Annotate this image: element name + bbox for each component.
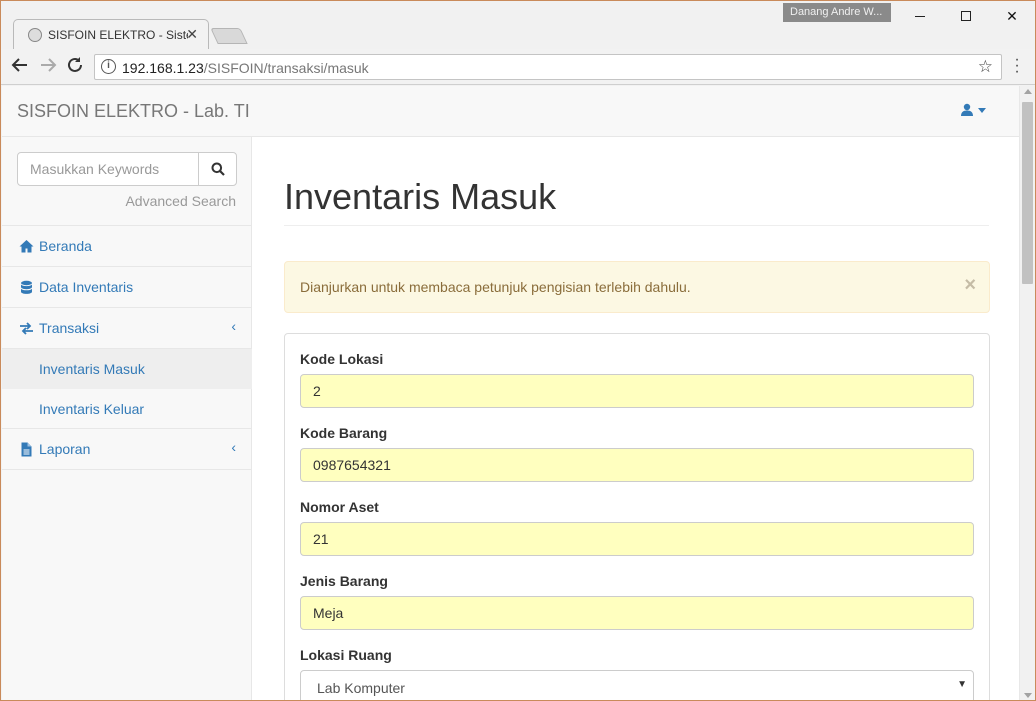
exchange-icon	[20, 322, 33, 335]
chevron-left-icon: ‹	[231, 318, 236, 334]
close-window-button[interactable]: ✕	[989, 1, 1035, 31]
maximize-icon	[961, 11, 971, 21]
caret-down-icon	[978, 107, 986, 113]
sidebar-item-label: Laporan	[39, 441, 91, 457]
advanced-search-link[interactable]: Advanced Search	[125, 193, 236, 209]
field-label-nomor-aset: Nomor Aset	[300, 499, 379, 515]
field-label-kode-barang: Kode Barang	[300, 425, 388, 441]
reload-icon	[68, 57, 82, 72]
sidebar-item-label: Transaksi	[39, 320, 100, 336]
profile-badge[interactable]: Danang Andre W...	[783, 3, 891, 22]
sidebar-item-label: Beranda	[39, 238, 92, 254]
sidebar-menu: Beranda Data Inventaris Transaksi ‹ Inve…	[2, 225, 252, 470]
tab-close-icon[interactable]: ✕	[186, 26, 198, 43]
lokasi-ruang-select[interactable]: Lab Komputer ▼	[300, 670, 974, 700]
form-panel: Kode Lokasi Kode Barang Nomor Aset Jenis…	[284, 333, 990, 700]
warning-alert: Dianjurkan untuk membaca petunjuk pengis…	[284, 261, 990, 313]
user-icon	[961, 103, 973, 116]
field-label-lokasi-ruang: Lokasi Ruang	[300, 647, 392, 663]
back-button[interactable]	[9, 56, 31, 78]
alert-message: Dianjurkan untuk membaca petunjuk pengis…	[300, 279, 691, 295]
new-tab-button[interactable]	[210, 28, 248, 44]
database-icon	[21, 280, 32, 294]
sidebar-item-label: Inventaris Keluar	[39, 401, 145, 417]
bookmark-star-icon[interactable]: ☆	[978, 57, 993, 77]
minimize-button[interactable]	[897, 1, 943, 31]
url-path: /SISFOIN/transaksi/masuk	[203, 60, 369, 76]
kode-lokasi-field[interactable]	[300, 374, 974, 408]
search-input[interactable]	[17, 152, 199, 186]
select-value: Lab Komputer	[317, 680, 405, 696]
sidebar-item-beranda[interactable]: Beranda	[2, 226, 252, 267]
search-icon	[211, 162, 225, 176]
scroll-up-icon[interactable]	[1024, 89, 1032, 94]
sidebar-item-label: Inventaris Masuk	[39, 361, 145, 377]
url-text: 192.168.1.23/SISFOIN/transaksi/masuk	[122, 60, 369, 76]
page-header: Inventaris Masuk	[284, 177, 989, 226]
title-bar: SISFOIN ELEKTRO - Sistem ✕ Danang Andre …	[1, 1, 1035, 50]
brand[interactable]: SISFOIN ELEKTRO - Lab. TI	[17, 101, 250, 122]
sidebar-item-laporan[interactable]: Laporan ‹	[2, 429, 252, 470]
jenis-barang-field[interactable]	[300, 596, 974, 630]
arrow-left-icon	[11, 58, 27, 72]
browser-tab[interactable]: SISFOIN ELEKTRO - Sistem ✕	[13, 19, 209, 50]
user-menu[interactable]	[960, 103, 986, 117]
kode-barang-field[interactable]	[300, 448, 974, 482]
favicon-icon	[28, 28, 42, 42]
search-button[interactable]	[198, 152, 237, 186]
page-scrollbar[interactable]	[1019, 86, 1035, 700]
scroll-down-icon[interactable]	[1024, 693, 1032, 698]
sidebar-item-inventaris-keluar[interactable]: Inventaris Keluar	[2, 389, 252, 429]
scrollbar-thumb[interactable]	[1022, 102, 1033, 284]
forward-button[interactable]	[37, 56, 59, 78]
field-label-jenis-barang: Jenis Barang	[300, 573, 388, 589]
chevron-left-icon: ‹	[231, 439, 236, 455]
info-icon[interactable]: i	[101, 59, 116, 74]
sidebar-item-data-inventaris[interactable]: Data Inventaris	[2, 267, 252, 308]
tab-title: SISFOIN ELEKTRO - Sistem	[48, 28, 188, 42]
minimize-icon	[915, 15, 925, 17]
maximize-button[interactable]	[943, 1, 989, 31]
reload-button[interactable]	[64, 56, 86, 78]
top-navbar: SISFOIN ELEKTRO - Lab. TI	[2, 86, 1019, 137]
field-label-kode-lokasi: Kode Lokasi	[300, 351, 384, 367]
page-title: Inventaris Masuk	[284, 176, 557, 217]
sidebar-item-transaksi[interactable]: Transaksi ‹	[2, 308, 252, 349]
browser-menu-icon[interactable]: · · ·	[1012, 52, 1022, 80]
file-icon	[21, 442, 32, 457]
alert-close-icon[interactable]: ×	[964, 274, 976, 297]
browser-window: SISFOIN ELEKTRO - Sistem ✕ Danang Andre …	[0, 0, 1036, 701]
sidebar-item-inventaris-masuk[interactable]: Inventaris Masuk	[2, 349, 252, 389]
sidebar-search	[17, 152, 237, 186]
address-bar[interactable]: i 192.168.1.23/SISFOIN/transaksi/masuk ☆	[94, 54, 1002, 80]
home-icon	[19, 240, 34, 253]
close-icon: ✕	[1006, 7, 1018, 24]
arrow-right-icon	[41, 58, 57, 72]
url-host: 192.168.1.23	[122, 60, 204, 76]
sidebar-item-label: Data Inventaris	[39, 279, 134, 295]
page-viewport: SISFOIN ELEKTRO - Lab. TI Advanced Searc…	[2, 86, 1019, 700]
main-content: Inventaris Masuk Dianjurkan untuk membac…	[253, 137, 1019, 700]
sidebar: Advanced Search Beranda Data Inventaris …	[2, 137, 252, 700]
nomor-aset-field[interactable]	[300, 522, 974, 556]
browser-toolbar: i 192.168.1.23/SISFOIN/transaksi/masuk ☆…	[1, 49, 1035, 85]
dropdown-arrow-icon: ▼	[957, 679, 967, 690]
